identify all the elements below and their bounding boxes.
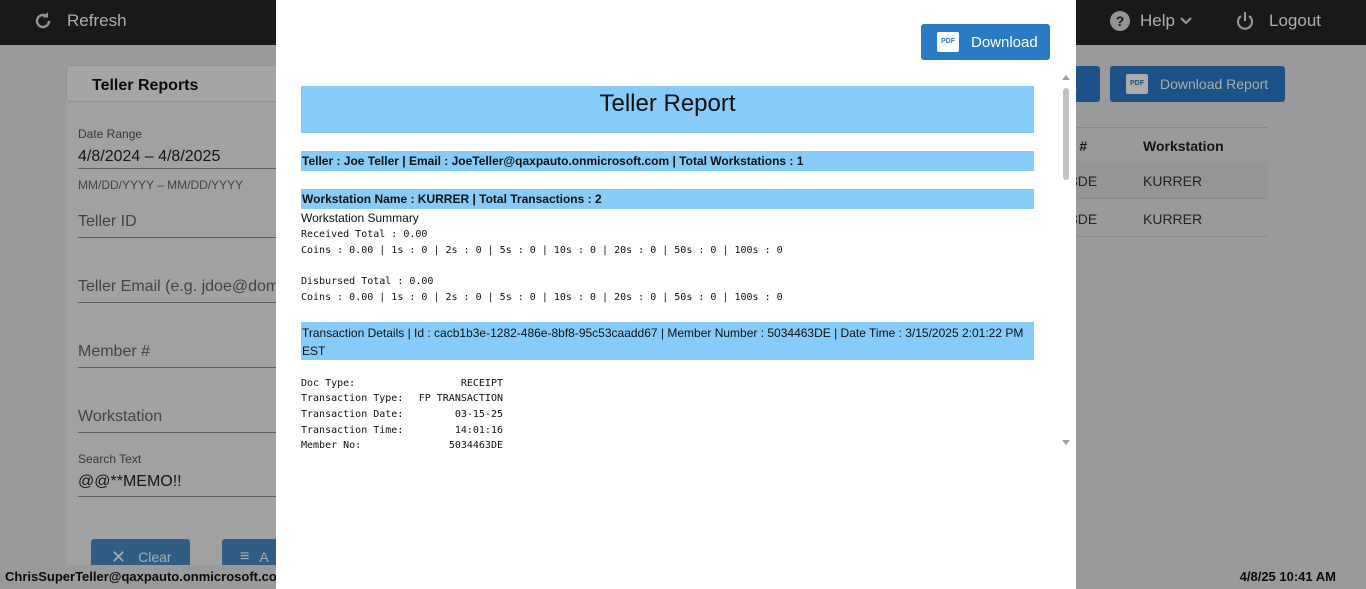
doc-field-key: Transaction Time:: [301, 425, 404, 436]
doc-field-row: Doc Type: RECEIPT: [301, 378, 503, 389]
teller-summary-line: Teller : Joe Teller | Email : JoeTeller@…: [301, 151, 1034, 171]
report-title: Teller Report: [301, 86, 1034, 133]
doc-field-key: Transaction Type:: [301, 393, 404, 404]
disbursed-total: Disbursed Total : 0.00: [301, 276, 434, 287]
doc-field-value: 14:01:16: [454, 425, 503, 436]
pdf-icon: PDF: [937, 32, 959, 52]
scrollbar-thumb[interactable]: [1063, 88, 1069, 180]
download-label: Download: [971, 33, 1038, 51]
doc-field-value: 5034463DE: [448, 440, 503, 451]
doc-field-value: FP TRANSACTION: [418, 393, 503, 404]
download-button[interactable]: PDF Download: [921, 24, 1050, 60]
doc-field-key: Member No:: [301, 440, 362, 451]
doc-field-row: Transaction Type: FP TRANSACTION: [301, 393, 503, 404]
doc-field-row: Member No: 5034463DE: [301, 440, 503, 451]
report-preview-dialog: PDF Download Teller Report Teller : Joe …: [276, 0, 1076, 589]
doc-field-value: 03-15-25: [454, 409, 503, 420]
doc-field-key: Doc Type:: [301, 378, 356, 389]
doc-field-row: Transaction Date: 03-15-25: [301, 409, 503, 420]
transaction-details-line: Transaction Details | Id : cacb1b3e-1282…: [301, 322, 1034, 360]
doc-field-row: Transaction Time: 14:01:16: [301, 425, 503, 436]
doc-field-key: Transaction Date:: [301, 409, 404, 420]
scroll-up-arrow-icon[interactable]: [1062, 75, 1070, 80]
workstation-summary-line: Workstation Name : KURRER | Total Transa…: [301, 189, 1034, 209]
doc-field-value: RECEIPT: [460, 378, 503, 389]
workstation-summary-heading: Workstation Summary: [301, 211, 419, 225]
report-viewer[interactable]: Teller Report Teller : Joe Teller | Emai…: [301, 72, 1071, 452]
viewer-scrollbar[interactable]: [1060, 72, 1072, 450]
scroll-down-arrow-icon[interactable]: [1062, 440, 1070, 445]
received-total: Received Total : 0.00: [301, 229, 428, 240]
received-coins: Coins : 0.00 | 1s : 0 | 2s : 0 | 5s : 0 …: [301, 245, 783, 256]
disbursed-coins: Coins : 0.00 | 1s : 0 | 2s : 0 | 5s : 0 …: [301, 292, 783, 303]
